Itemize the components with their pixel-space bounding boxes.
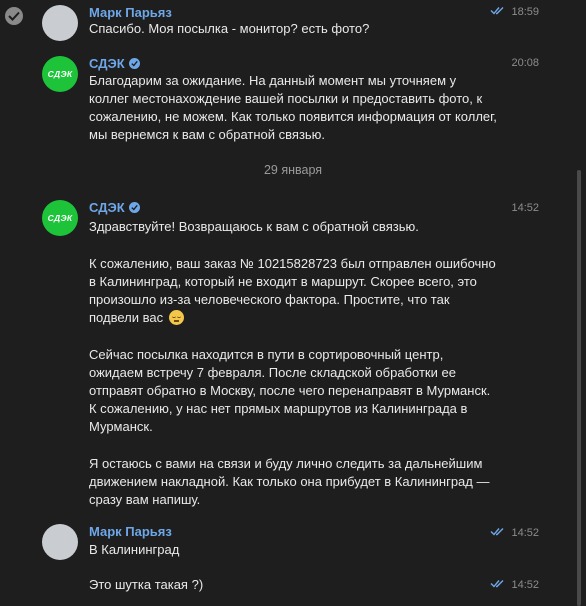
verified-badge-icon [128,58,140,69]
message-text: В Калининград [89,542,180,557]
sender-name[interactable]: СДЭК [89,200,140,215]
message-time: 14:52 [490,527,539,539]
sender-name[interactable]: Марк Парьяз [89,5,172,20]
avatar-mark[interactable] [42,524,78,560]
message-time: 20:08 [511,57,539,69]
sender-name[interactable]: Марк Парьяз [89,524,172,539]
double-check-icon [490,527,506,539]
message-text: Благодарим за ожидание. На данный момент… [89,73,497,142]
cdek-logo: СДЭК [47,213,73,223]
message-time: 14:52 [511,202,539,214]
message-text: Это шутка такая ?) [89,577,204,592]
relieved-face-emoji [168,310,184,325]
scrollbar-thumb[interactable] [577,170,581,606]
avatar-mark[interactable] [42,5,78,41]
message-select-check-icon[interactable] [5,7,23,25]
message-text: Спасибо. Моя посылка - монитор? есть фот… [89,21,370,36]
cdek-logo: СДЭК [47,69,73,79]
message-text: Здравствуйте! Возвращаюсь к вам с обратн… [89,219,496,507]
double-check-icon [490,6,506,18]
avatar-cdek[interactable]: СДЭК [42,56,78,92]
chat-history[interactable]: Марк Парьяз 18:59 Спасибо. Моя посылка -… [0,0,586,606]
sender-name[interactable]: СДЭК [89,56,140,71]
avatar-cdek[interactable]: СДЭК [42,200,78,236]
date-separator: 29 января [263,163,323,177]
verified-badge-icon [128,202,140,213]
message-time: 18:59 [490,6,539,18]
